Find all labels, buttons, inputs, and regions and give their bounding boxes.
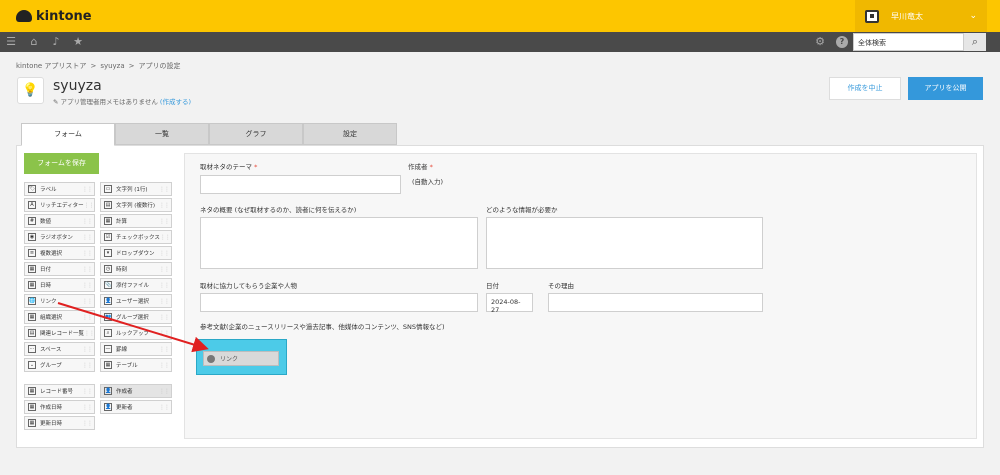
- tab-form[interactable]: フォーム: [21, 123, 115, 146]
- arrow-line: [57, 302, 209, 353]
- drag-annotation-arrow: [57, 302, 209, 353]
